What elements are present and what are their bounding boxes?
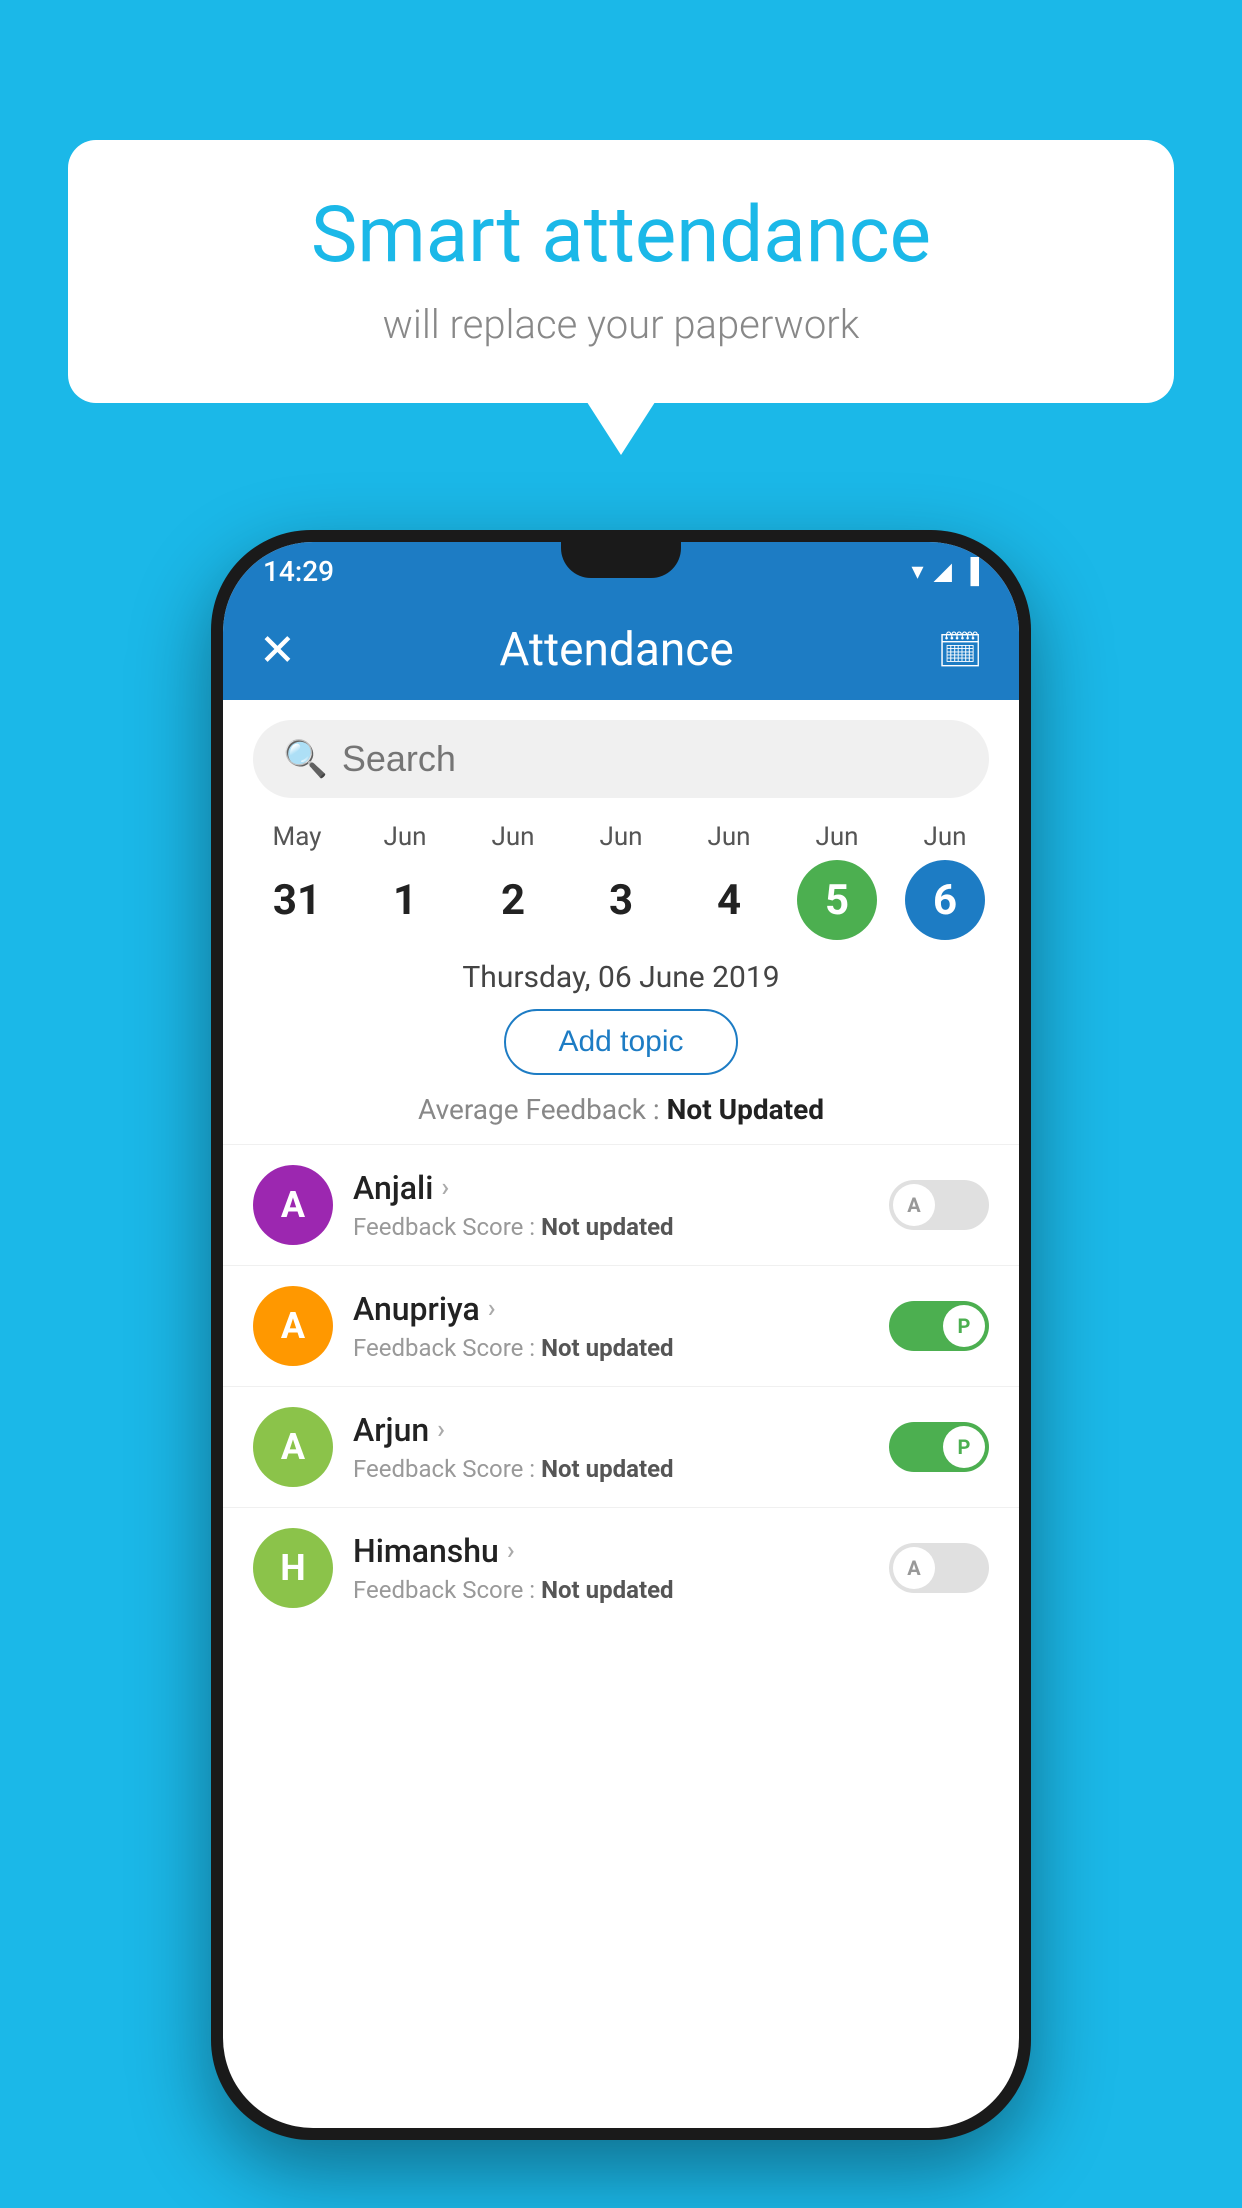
cal-month-label: May — [273, 822, 322, 852]
student-feedback: Feedback Score : Not updated — [353, 1455, 869, 1483]
selected-date-label: Thursday, 06 June 2019 — [223, 940, 1019, 1009]
cal-date-number[interactable]: 6 — [905, 860, 985, 940]
notch — [561, 542, 681, 578]
calendar-day[interactable]: Jun 5 — [787, 822, 887, 940]
cal-month-label: Jun — [923, 822, 966, 852]
avg-feedback-label: Average Feedback : — [418, 1093, 660, 1126]
student-info: Arjun › Feedback Score : Not updated — [353, 1411, 869, 1483]
add-topic-button[interactable]: Add topic — [504, 1009, 737, 1075]
cal-month-label: Jun — [491, 822, 534, 852]
student-info: Anupriya › Feedback Score : Not updated — [353, 1290, 869, 1362]
toggle-knob: A — [893, 1547, 935, 1589]
student-row[interactable]: A Arjun › Feedback Score : Not updated P — [223, 1386, 1019, 1507]
cal-date-number[interactable]: 1 — [365, 860, 445, 940]
calendar-day[interactable]: Jun 1 — [355, 822, 455, 940]
phone-screen: 14:29 ▾ ◢ ▐ ✕ Attendance 🗓 🔍 May31Jun1Ju… — [223, 542, 1019, 2128]
signal-icon: ◢ — [934, 557, 952, 585]
bubble-subtitle: will replace your paperwork — [128, 301, 1114, 348]
student-avatar: A — [253, 1286, 333, 1366]
toggle-knob: A — [893, 1184, 935, 1226]
status-icons: ▾ ◢ ▐ — [911, 557, 979, 586]
search-icon: 🔍 — [283, 738, 328, 780]
toggle-knob: P — [943, 1426, 985, 1468]
battery-icon: ▐ — [962, 557, 979, 586]
student-row[interactable]: H Himanshu › Feedback Score : Not updated A — [223, 1507, 1019, 1628]
bubble-title: Smart attendance — [128, 190, 1114, 281]
cal-date-number[interactable]: 4 — [689, 860, 769, 940]
attendance-toggle[interactable]: A — [889, 1543, 989, 1593]
avg-feedback-value: Not Updated — [667, 1093, 824, 1126]
phone-frame: 14:29 ▾ ◢ ▐ ✕ Attendance 🗓 🔍 May31Jun1Ju… — [211, 530, 1031, 2140]
calendar-day[interactable]: Jun 3 — [571, 822, 671, 940]
app-title: Attendance — [499, 623, 733, 677]
chevron-icon: › — [437, 1415, 445, 1445]
chevron-icon: › — [441, 1173, 449, 1203]
speech-bubble: Smart attendance will replace your paper… — [68, 140, 1174, 403]
student-row[interactable]: A Anjali › Feedback Score : Not updated A — [223, 1144, 1019, 1265]
status-bar: 14:29 ▾ ◢ ▐ — [223, 542, 1019, 600]
student-row[interactable]: A Anupriya › Feedback Score : Not updated P — [223, 1265, 1019, 1386]
status-time: 14:29 — [263, 555, 334, 588]
cal-month-label: Jun — [707, 822, 750, 852]
wifi-icon: ▾ — [911, 557, 923, 585]
calendar-day[interactable]: Jun 4 — [679, 822, 779, 940]
attendance-toggle[interactable]: P — [889, 1301, 989, 1351]
search-bar[interactable]: 🔍 — [253, 720, 989, 798]
toggle-knob: P — [943, 1305, 985, 1347]
student-info: Himanshu › Feedback Score : Not updated — [353, 1532, 869, 1604]
calendar-strip: May 31 Jun 1 Jun 2 Jun 3 Jun 4 Jun 5 Jun 6 — [223, 808, 1019, 940]
avg-feedback: Average Feedback : Not Updated — [223, 1093, 1019, 1126]
calendar-day[interactable]: Jun 6 — [895, 822, 995, 940]
student-info: Anjali › Feedback Score : Not updated — [353, 1169, 869, 1241]
calendar-icon[interactable]: 🗓 — [937, 629, 983, 671]
cal-month-label: Jun — [815, 822, 858, 852]
student-name[interactable]: Anjali › — [353, 1169, 869, 1207]
attendance-toggle[interactable]: A — [889, 1180, 989, 1230]
app-bar: ✕ Attendance 🗓 — [223, 600, 1019, 700]
student-name[interactable]: Anupriya › — [353, 1290, 869, 1328]
cal-date-number[interactable]: 3 — [581, 860, 661, 940]
cal-date-number[interactable]: 31 — [257, 860, 337, 940]
student-avatar: A — [253, 1165, 333, 1245]
calendar-day[interactable]: May 31 — [247, 822, 347, 940]
chevron-icon: › — [507, 1536, 515, 1566]
student-avatar: A — [253, 1407, 333, 1487]
cal-month-label: Jun — [599, 822, 642, 852]
student-name[interactable]: Arjun › — [353, 1411, 869, 1449]
cal-month-label: Jun — [383, 822, 426, 852]
student-list: AAnjali ›Feedback Score : Not updatedAAA… — [223, 1144, 1019, 1628]
student-feedback: Feedback Score : Not updated — [353, 1334, 869, 1362]
student-feedback: Feedback Score : Not updated — [353, 1576, 869, 1604]
calendar-day[interactable]: Jun 2 — [463, 822, 563, 940]
attendance-toggle[interactable]: P — [889, 1422, 989, 1472]
chevron-icon: › — [488, 1294, 496, 1324]
student-name[interactable]: Himanshu › — [353, 1532, 869, 1570]
cal-date-number[interactable]: 2 — [473, 860, 553, 940]
search-input[interactable] — [342, 738, 959, 780]
student-feedback: Feedback Score : Not updated — [353, 1213, 869, 1241]
close-icon[interactable]: ✕ — [259, 624, 296, 676]
cal-date-number[interactable]: 5 — [797, 860, 877, 940]
student-avatar: H — [253, 1528, 333, 1608]
